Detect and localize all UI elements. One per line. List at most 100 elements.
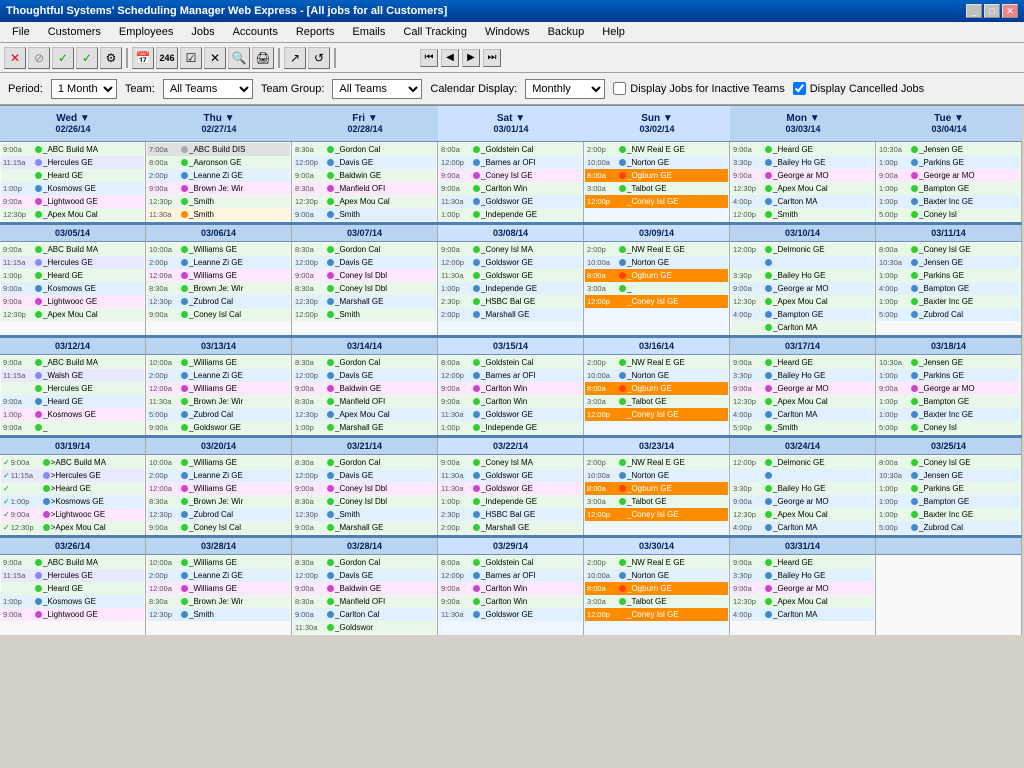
event[interactable]: 9:00a_Coney Isl Cal <box>147 521 290 534</box>
event[interactable]: 1:00p_Independe GE <box>439 208 582 221</box>
event[interactable]: 2:00p_NW Real E GE <box>585 556 728 569</box>
event[interactable]: 12:30p_Smith <box>293 508 436 521</box>
event[interactable]: 8:30a_Gordon Cal <box>293 456 436 469</box>
event[interactable]: 4:00p_Carlton MA <box>731 608 874 621</box>
event[interactable]: 8:00a_Aaronson GE <box>147 156 290 169</box>
event[interactable]: 9:00a_Coney Isl Dbl <box>293 482 436 495</box>
cancelled-jobs-label[interactable]: Display Cancelled Jobs <box>793 82 924 95</box>
event[interactable]: 12:30p_Marshall GE <box>293 295 436 308</box>
event-ogburn[interactable]: 8:00a_Ogburn GE <box>585 169 728 182</box>
event[interactable]: 9:00a_Baldwin GE <box>293 582 436 595</box>
event[interactable]: 12:00a_Williams GE <box>147 269 290 282</box>
event[interactable]: 1:00p_Baxter Inc GE <box>877 195 1020 208</box>
event[interactable]: 9:00a_Heard GE <box>731 556 874 569</box>
event[interactable]: 8:00a_Goldstein Cal <box>439 143 582 156</box>
event[interactable]: 1:00p_Parkins GE <box>877 482 1020 495</box>
event[interactable]: 8:30a_Gordon Cal <box>293 356 436 369</box>
event[interactable]: ✓9:00a>Lightwooc GE <box>1 508 144 521</box>
event[interactable]: 9:00a_Heard GE <box>731 143 874 156</box>
event[interactable]: 2:00p_NW Real E GE <box>585 356 728 369</box>
event[interactable]: 7:00a_ABC Build DIS <box>147 143 290 156</box>
menu-jobs[interactable]: Jobs <box>183 24 222 40</box>
event[interactable]: 12:00p_Davis GE <box>293 369 436 382</box>
event-ogburn-3[interactable]: 8:00a_Ogburn GE <box>585 382 728 395</box>
print-button[interactable]: 🖨 <box>252 47 274 69</box>
event[interactable]: 9:00a_Coney Isl Cal <box>147 308 290 321</box>
event[interactable]: 12:00a_Williams GE <box>147 382 290 395</box>
event[interactable]: 3:00a_Talbot GE <box>585 595 728 608</box>
event[interactable]: 1:00p_Kosmows GE <box>1 182 144 195</box>
event[interactable]: 12:00p_Davis GE <box>293 469 436 482</box>
event[interactable]: 8:00a_Coney Isl GE <box>877 456 1020 469</box>
event[interactable]: 3:30p_Bailey Ho GE <box>731 569 874 582</box>
event[interactable]: 11:30a_Goldswor GE <box>439 408 582 421</box>
event[interactable]: 4:00p_Bampton GE <box>877 282 1020 295</box>
event[interactable]: 8:30a_Gordon Cal <box>293 143 436 156</box>
event[interactable]: 12:00p_Goldswor GE <box>439 256 582 269</box>
event[interactable]: 12:00p_Barnes ar OFI <box>439 569 582 582</box>
event[interactable]: _Carlton MA <box>731 321 874 334</box>
inactive-teams-checkbox[interactable] <box>613 82 626 95</box>
menu-file[interactable]: File <box>4 24 38 40</box>
event[interactable]: 11:15a_Hercules GE <box>1 156 144 169</box>
event[interactable]: 9:00a_Lightwood GE <box>1 608 144 621</box>
event[interactable]: 12:00p_Smith <box>731 208 874 221</box>
event[interactable]: 2:30p_HSBC Bal GE <box>439 295 582 308</box>
menu-windows[interactable]: Windows <box>477 24 538 40</box>
event[interactable]: 9:00a_Lightwood GE <box>1 195 144 208</box>
event[interactable]: 2:00p_Leanne Zi GE <box>147 469 290 482</box>
event[interactable]: 1:00p_Parkins GE <box>877 269 1020 282</box>
maximize-button[interactable]: □ <box>984 4 1000 18</box>
event[interactable]: 9:00a_Coney Isl Dbl <box>293 269 436 282</box>
event[interactable]: 2:00p_Leanne Zi GE <box>147 169 290 182</box>
event[interactable]: 12:00p_Barnes ar OFI <box>439 369 582 382</box>
event[interactable]: 10:30a_Jensen GE <box>877 256 1020 269</box>
event[interactable]: 9:00a_George ar MO <box>731 282 874 295</box>
event[interactable]: 12:00p_Barnes ar OFI <box>439 156 582 169</box>
event[interactable]: 11:15a_Hercules GE <box>1 256 144 269</box>
event[interactable]: 1:00p_Bampton GE <box>877 182 1020 195</box>
num-button[interactable]: 246 <box>156 47 178 69</box>
menu-accounts[interactable]: Accounts <box>225 24 286 40</box>
event[interactable]: 5:00p_Coney Isl <box>877 208 1020 221</box>
event[interactable]: 3:30p_Bailey Ho GE <box>731 369 874 382</box>
team-group-select[interactable]: All Teams <box>332 79 422 99</box>
event-ogburn-4[interactable]: 8:00a_Ogburn GE <box>585 482 728 495</box>
event[interactable]: 10:00a_Norton GE <box>585 369 728 382</box>
event[interactable]: 3:00a_Talbot GE <box>585 182 728 195</box>
event[interactable]: 10:30a_Jensen GE <box>877 143 1020 156</box>
event[interactable]: 12:00a_Williams GE <box>147 582 290 595</box>
event[interactable]: 1:00p_Parkins GE <box>877 369 1020 382</box>
event[interactable]: ✓9:00a>ABC Build MA <box>1 456 144 469</box>
event-coney-3[interactable]: 12:00p_Coney Isl GE <box>585 408 728 421</box>
event[interactable]: 8:00a_Coney Isl GE <box>877 243 1020 256</box>
event[interactable]: 12:30p_Apex Mou Cal <box>731 395 874 408</box>
event[interactable]: 1:00p_Parkins GE <box>877 156 1020 169</box>
event[interactable]: 2:00p_NW Real E GE <box>585 143 728 156</box>
event[interactable]: 11:15a_Hercules GE <box>1 569 144 582</box>
event[interactable]: 3:00a_ <box>585 282 728 295</box>
menu-backup[interactable]: Backup <box>540 24 593 40</box>
event[interactable]: 12:00p_Smith <box>293 308 436 321</box>
event[interactable]: 9:00a_ABC Build MA <box>1 356 144 369</box>
event[interactable]: 9:00a_George ar MO <box>877 169 1020 182</box>
event[interactable]: 9:00a_Marshall GE <box>293 521 436 534</box>
event[interactable]: 2:00p_Marshall GE <box>439 308 582 321</box>
event[interactable]: 9:00a_George ar MO <box>731 169 874 182</box>
event[interactable]: 12:30p_Apex Mou Cal <box>731 595 874 608</box>
event[interactable]: 12:30p_Apex Mou Cal <box>1 208 144 221</box>
event[interactable]: 10:00a_Williams GE <box>147 356 290 369</box>
event[interactable]: 2:00p_NW Real E GE <box>585 243 728 256</box>
event[interactable]: 12:30p_Zubrod Cal <box>147 508 290 521</box>
tool-btn-3[interactable]: ☑ <box>180 47 202 69</box>
event[interactable]: 9:00a_Heard GE <box>731 356 874 369</box>
event[interactable]: 10:00a_Norton GE <box>585 256 728 269</box>
event[interactable]: 2:00p_Leanne Zi GE <box>147 369 290 382</box>
event-ogburn-5[interactable]: 8:00a_Ogburn GE <box>585 582 728 595</box>
event[interactable]: 11:30a_Brown Je: Wir <box>147 395 290 408</box>
event[interactable]: 12:30p_Apex Mou Cal <box>731 182 874 195</box>
event[interactable]: 1:00p_Bampton GE <box>877 395 1020 408</box>
event[interactable]: 9:00a_ABC Build MA <box>1 143 144 156</box>
event[interactable]: 12:00p_Davis GE <box>293 156 436 169</box>
event[interactable]: 9:00a_Baldwin GE <box>293 169 436 182</box>
